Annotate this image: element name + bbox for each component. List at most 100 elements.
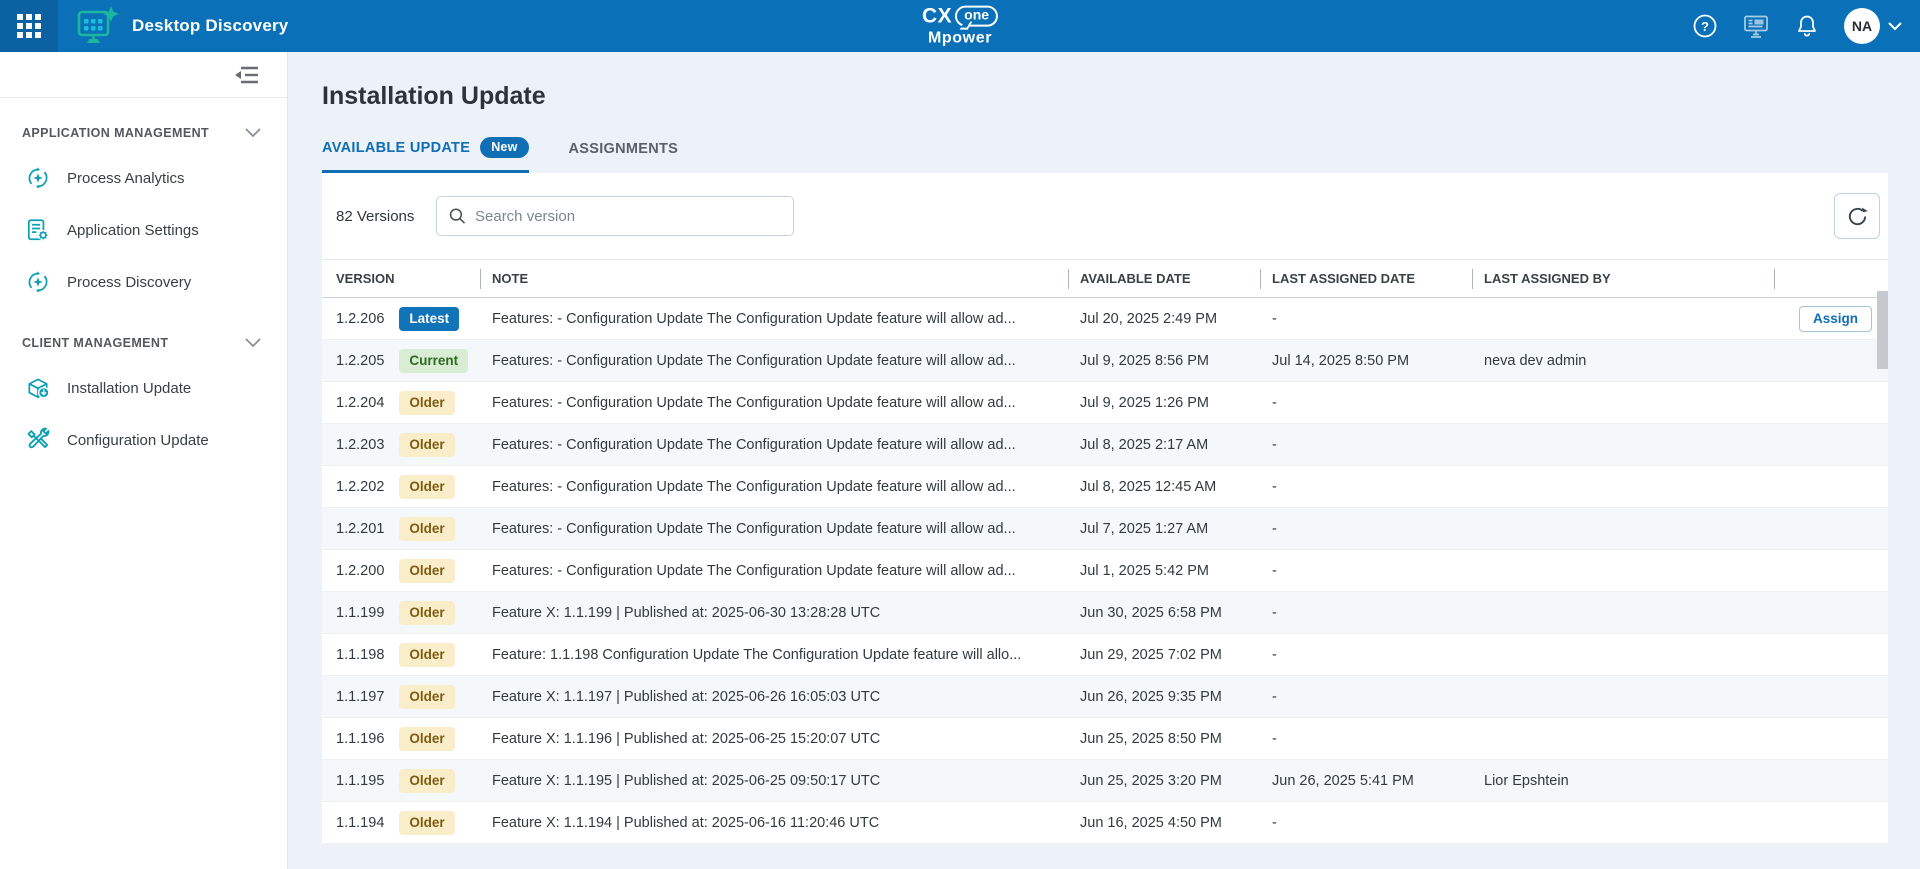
last-assigned-by-cell bbox=[1472, 466, 1774, 508]
app-brand: Desktop Discovery bbox=[74, 5, 288, 47]
available-date-cell: Jul 9, 2025 8:56 PM bbox=[1068, 340, 1260, 382]
version-cell: 1.2.204Older bbox=[322, 382, 480, 424]
sidebar-item-installation-update[interactable]: Installation Update bbox=[0, 362, 287, 414]
table-row[interactable]: 1.2.200OlderFeatures: - Configuration Up… bbox=[322, 550, 1888, 592]
table-row[interactable]: 1.1.195OlderFeature X: 1.1.195 | Publish… bbox=[322, 760, 1888, 802]
last-assigned-date-cell: - bbox=[1260, 466, 1472, 508]
last-assigned-by-cell: Lior Epshtein bbox=[1472, 760, 1774, 802]
version-number: 1.1.195 bbox=[336, 773, 384, 789]
process-discovery-icon bbox=[25, 269, 51, 295]
table-row[interactable]: 1.2.203OlderFeatures: - Configuration Up… bbox=[322, 424, 1888, 466]
table-row[interactable]: 1.1.197OlderFeature X: 1.1.197 | Publish… bbox=[322, 676, 1888, 718]
assign-button[interactable]: Assign bbox=[1799, 306, 1872, 332]
version-status-badge: Older bbox=[399, 391, 454, 415]
last-assigned-by-cell bbox=[1472, 508, 1774, 550]
avatar[interactable]: NA bbox=[1844, 8, 1880, 44]
version-cell: 1.1.199Older bbox=[322, 592, 480, 634]
note-cell: Features: - Configuration Update The Con… bbox=[480, 298, 1068, 340]
actions-cell bbox=[1774, 718, 1888, 760]
app-title: Desktop Discovery bbox=[132, 16, 288, 36]
refresh-button[interactable] bbox=[1834, 193, 1880, 239]
note-cell: Feature X: 1.1.197 | Published at: 2025-… bbox=[480, 676, 1068, 718]
last-assigned-by-cell bbox=[1472, 718, 1774, 760]
sidebar-item-label: Installation Update bbox=[67, 380, 191, 397]
actions-cell: Assign bbox=[1774, 298, 1888, 340]
table-row[interactable]: 1.1.194 Older Feature X: 1.1.194 | Publish… bbox=[322, 802, 1888, 844]
sidebar-item-label: Process Analytics bbox=[67, 170, 185, 187]
app-launcher-button[interactable] bbox=[0, 0, 58, 52]
column-header-last-assigned-date: LAST ASSIGNED DATE bbox=[1260, 260, 1472, 298]
version-cell: 1.2.200Older bbox=[322, 550, 480, 592]
version-status-badge: Older bbox=[399, 559, 454, 583]
column-header-available-date: AVAILABLE DATE bbox=[1068, 260, 1260, 298]
last-assigned-date-cell: - bbox=[1260, 592, 1472, 634]
version-cell: 1.2.206Latest bbox=[322, 298, 480, 340]
last-assigned-date-cell: - bbox=[1260, 424, 1472, 466]
desktop-discovery-icon bbox=[74, 5, 120, 47]
tab-assignments[interactable]: ASSIGNMENTS bbox=[569, 137, 679, 173]
last-assigned-by-cell bbox=[1472, 676, 1774, 718]
last-assigned-by-cell bbox=[1472, 634, 1774, 676]
note-cell: Features: - Configuration Update The Con… bbox=[480, 508, 1068, 550]
version-status-badge: Older bbox=[399, 811, 454, 835]
sidebar-section-application-management[interactable]: APPLICATION MANAGEMENT bbox=[0, 126, 287, 140]
sidebar-item-configuration-update[interactable]: Configuration Update bbox=[0, 414, 287, 466]
last-assigned-date-cell: - bbox=[1260, 550, 1472, 592]
note-cell: Feature X: 1.1.194 | Published at: 2025-… bbox=[480, 802, 1068, 844]
actions-cell bbox=[1774, 550, 1888, 592]
version-status-badge: Older bbox=[399, 643, 454, 667]
last-assigned-by-cell bbox=[1472, 424, 1774, 466]
versions-panel: 82 Versions VE bbox=[322, 173, 1888, 844]
table-row[interactable]: 1.1.199OlderFeature X: 1.1.199 | Publish… bbox=[322, 592, 1888, 634]
sidebar-section-client-management[interactable]: CLIENT MANAGEMENT bbox=[0, 336, 287, 350]
last-assigned-date-cell: Jun 26, 2025 5:41 PM bbox=[1260, 760, 1472, 802]
vertical-scrollbar-thumb[interactable] bbox=[1877, 291, 1888, 369]
search-input[interactable] bbox=[475, 208, 781, 225]
version-cell: 1.1.195Older bbox=[322, 760, 480, 802]
table-row[interactable]: 1.2.201OlderFeatures: - Configuration Up… bbox=[322, 508, 1888, 550]
available-date-cell: Jul 8, 2025 12:45 AM bbox=[1068, 466, 1260, 508]
version-number: 1.2.206 bbox=[336, 311, 384, 327]
svg-text:?: ? bbox=[1701, 19, 1709, 34]
note-cell: Feature X: 1.1.196 | Published at: 2025-… bbox=[480, 718, 1068, 760]
help-icon[interactable]: ? bbox=[1692, 13, 1718, 39]
sidebar-item-process-analytics[interactable]: Process Analytics bbox=[0, 152, 287, 204]
table-row[interactable]: 1.1.198OlderFeature: 1.1.198 Configurati… bbox=[322, 634, 1888, 676]
screen-share-icon[interactable] bbox=[1742, 12, 1770, 40]
table-row[interactable]: 1.2.202OlderFeatures: - Configuration Up… bbox=[322, 466, 1888, 508]
table-row[interactable]: 1.1.196OlderFeature X: 1.1.196 | Publish… bbox=[322, 718, 1888, 760]
version-cell: 1.1.194 Older bbox=[322, 802, 480, 844]
sidebar-item-process-discovery[interactable]: Process Discovery bbox=[0, 256, 287, 308]
version-cell: 1.1.197Older bbox=[322, 676, 480, 718]
column-header-version: VERSION bbox=[322, 260, 480, 298]
version-cell: 1.2.203Older bbox=[322, 424, 480, 466]
tab-available-update[interactable]: AVAILABLE UPDATE New bbox=[322, 137, 529, 173]
version-status-badge: Older bbox=[399, 475, 454, 499]
last-assigned-by-cell bbox=[1472, 298, 1774, 340]
top-bar: Desktop Discovery CX one Mpower ? bbox=[0, 0, 1920, 52]
available-date-cell: Jul 9, 2025 1:26 PM bbox=[1068, 382, 1260, 424]
version-status-badge: Current bbox=[399, 349, 468, 373]
user-menu[interactable]: NA bbox=[1844, 8, 1902, 44]
actions-cell bbox=[1774, 760, 1888, 802]
column-header-actions bbox=[1774, 260, 1888, 298]
version-number: 1.1.197 bbox=[336, 689, 384, 705]
table-row[interactable]: 1.2.204OlderFeatures: - Configuration Up… bbox=[322, 382, 1888, 424]
new-badge: New bbox=[480, 137, 528, 158]
available-date-cell: Jul 7, 2025 1:27 AM bbox=[1068, 508, 1260, 550]
sidebar-item-label: Configuration Update bbox=[67, 432, 209, 449]
version-number: 1.1.194 bbox=[336, 815, 384, 831]
table-row[interactable]: 1.2.206LatestFeatures: - Configuration U… bbox=[322, 298, 1888, 340]
chevron-down-icon bbox=[245, 338, 261, 348]
table-row[interactable]: 1.2.205CurrentFeatures: - Configuration … bbox=[322, 340, 1888, 382]
sidebar-item-application-settings[interactable]: Application Settings bbox=[0, 204, 287, 256]
version-cell: 1.1.198Older bbox=[322, 634, 480, 676]
last-assigned-by-cell bbox=[1472, 592, 1774, 634]
application-settings-icon bbox=[25, 217, 51, 243]
notifications-bell-icon[interactable] bbox=[1794, 13, 1820, 40]
actions-cell bbox=[1774, 466, 1888, 508]
available-date-cell: Jun 26, 2025 9:35 PM bbox=[1068, 676, 1260, 718]
note-cell: Features: - Configuration Update The Con… bbox=[480, 340, 1068, 382]
search-box[interactable] bbox=[436, 196, 794, 236]
collapse-sidebar-icon[interactable] bbox=[233, 64, 259, 86]
